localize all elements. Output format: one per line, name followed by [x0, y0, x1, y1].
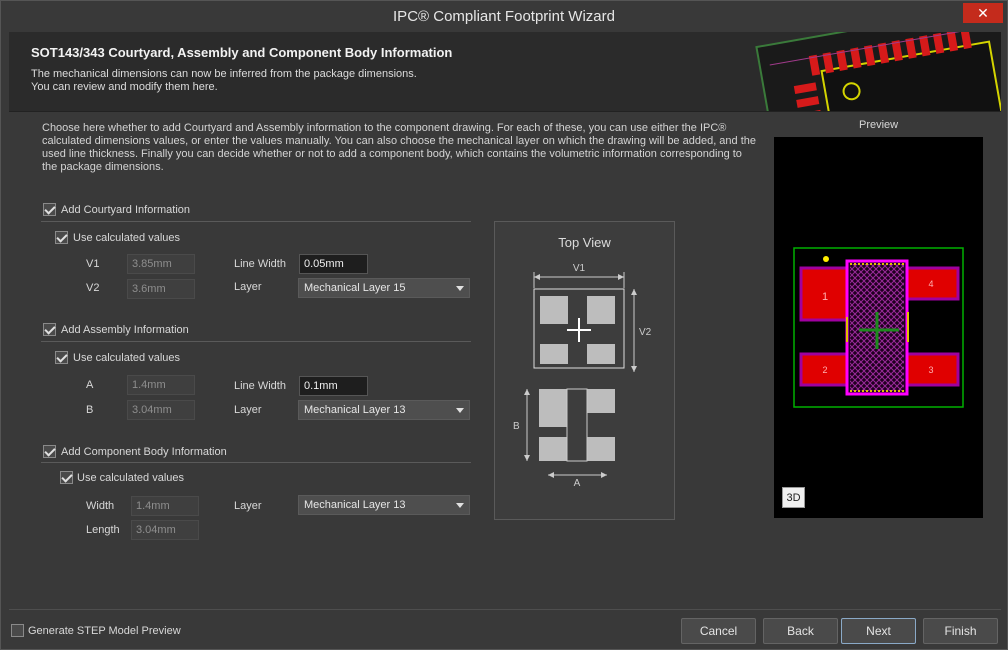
assembly-layer-select[interactable]: Mechanical Layer 13: [298, 400, 470, 420]
pcb-header-art: [753, 32, 1001, 111]
width-label: Width: [86, 500, 115, 512]
top-view-panel: Top View V1 V2 B A: [494, 221, 675, 520]
preview-label: Preview: [859, 119, 899, 131]
wizard-header: SOT143/343 Courtyard, Assembly and Compo…: [9, 32, 1001, 112]
width-input[interactable]: 1.4mm: [131, 496, 199, 516]
assembly-line-width-label: Line Width: [234, 380, 286, 392]
courtyard-use-calculated-label: Use calculated values: [73, 232, 181, 244]
header-description-line2: You can review and modify them here.: [31, 81, 218, 93]
v1-label: V1: [86, 258, 100, 270]
courtyard-use-calculated-checkbox[interactable]: [55, 231, 68, 244]
courtyard-layer-label: Layer: [234, 281, 262, 293]
page-title: SOT143/343 Courtyard, Assembly and Compo…: [31, 45, 453, 60]
footer-divider: [9, 609, 1001, 610]
top-view-diagram: V1 V2 B A: [513, 263, 652, 489]
assembly-line-width-input[interactable]: 0.1mm: [299, 376, 368, 396]
header-description-line1: The mechanical dimensions can now be inf…: [31, 68, 417, 80]
b-dim-label: B: [513, 421, 520, 432]
courtyard-line-width-label: Line Width: [234, 258, 286, 270]
pad-2-label: 2: [822, 365, 827, 375]
courtyard-layer-value: Mechanical Layer 15: [304, 282, 406, 294]
assembly-label: Add Assembly Information: [61, 324, 189, 336]
generate-step-label: Generate STEP Model Preview: [28, 625, 181, 637]
body-layer-label: Layer: [234, 500, 262, 512]
body-layer-select[interactable]: Mechanical Layer 13: [298, 495, 470, 515]
a-dim-label: A: [574, 478, 581, 489]
chevron-down-icon: [456, 503, 464, 508]
body-layer-value: Mechanical Layer 13: [304, 499, 406, 511]
length-label: Length: [86, 524, 120, 536]
body-checkbox[interactable]: [43, 445, 56, 458]
a-input[interactable]: 1.4mm: [127, 375, 195, 395]
body-label: Add Component Body Information: [61, 446, 227, 458]
chevron-down-icon: [456, 286, 464, 291]
3d-view-button[interactable]: 3D: [782, 487, 805, 508]
back-button[interactable]: Back: [763, 618, 838, 644]
assembly-layer-value: Mechanical Layer 13: [304, 404, 406, 416]
generate-step-checkbox[interactable]: [11, 624, 24, 637]
intro-text: Choose here whether to add Courtyard and…: [42, 122, 757, 173]
pad-4-label: 4: [928, 279, 933, 289]
courtyard-layer-select[interactable]: Mechanical Layer 15: [298, 278, 470, 298]
courtyard-checkbox[interactable]: [43, 203, 56, 216]
v2-label: V2: [86, 282, 100, 294]
close-button[interactable]: ✕: [963, 3, 1003, 23]
a-label: A: [86, 379, 94, 391]
v2-input[interactable]: 3.6mm: [127, 279, 195, 299]
v1-dim-label: V1: [573, 263, 586, 274]
next-button[interactable]: Next: [841, 618, 916, 644]
assembly-use-calculated-label: Use calculated values: [73, 352, 181, 364]
b-label: B: [86, 404, 94, 416]
courtyard-label: Add Courtyard Information: [61, 204, 191, 216]
body-use-calculated-checkbox[interactable]: [60, 471, 73, 484]
v1-input[interactable]: 3.85mm: [127, 254, 195, 274]
body-use-calculated-label: Use calculated values: [77, 472, 185, 484]
footprint-preview[interactable]: 1 2 3 4 3D: [774, 137, 983, 518]
v2-dim-label: V2: [639, 327, 652, 338]
body-divider: [41, 462, 471, 463]
title-bar: IPC® Compliant Footprint Wizard ✕: [1, 1, 1007, 31]
assembly-checkbox[interactable]: [43, 323, 56, 336]
assembly-layer-label: Layer: [234, 404, 262, 416]
b-input[interactable]: 3.04mm: [127, 400, 195, 420]
length-input[interactable]: 3.04mm: [131, 520, 199, 540]
assembly-divider: [41, 341, 471, 342]
cancel-button[interactable]: Cancel: [681, 618, 756, 644]
courtyard-line-width-input[interactable]: 0.05mm: [299, 254, 368, 274]
assembly-use-calculated-checkbox[interactable]: [55, 351, 68, 364]
pad-1-label: 1: [822, 291, 828, 303]
pad-3-label: 3: [928, 365, 933, 375]
finish-button[interactable]: Finish: [923, 618, 998, 644]
wizard-window: IPC® Compliant Footprint Wizard ✕ SOT143…: [0, 0, 1008, 650]
footprint-preview-canvas: 1 2 3 4: [793, 247, 964, 408]
chevron-down-icon: [456, 408, 464, 413]
courtyard-divider: [41, 221, 471, 222]
window-title: IPC® Compliant Footprint Wizard: [393, 8, 615, 25]
